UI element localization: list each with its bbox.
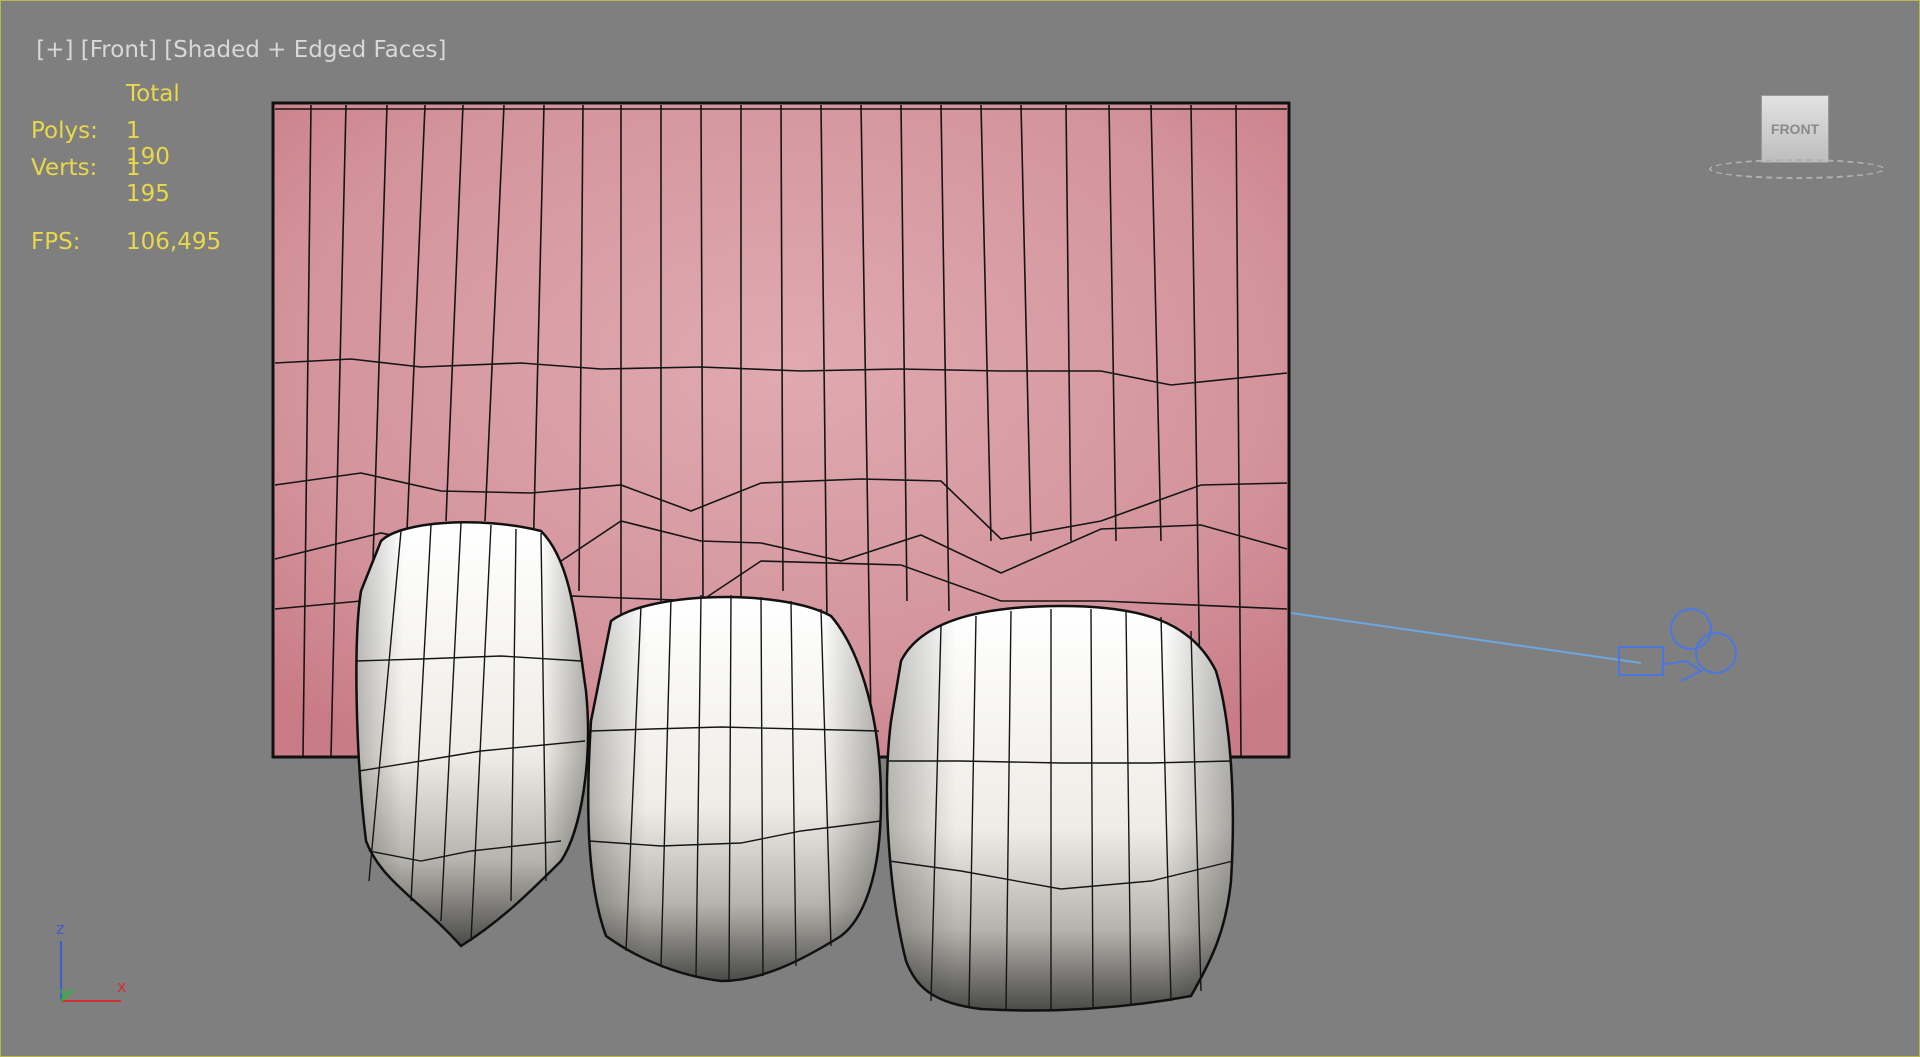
tooth-mesh-middle[interactable] — [586, 594, 883, 983]
axis-z-label: z — [56, 919, 64, 938]
viewcube-compass-ring[interactable] — [1709, 159, 1885, 179]
scene-canvas[interactable] — [1, 1, 1919, 1056]
camera-object[interactable] — [1290, 608, 1737, 682]
tooth-mesh-right[interactable] — [885, 604, 1235, 1012]
front-viewport[interactable]: [+] [Front] [Shaded + Edged Faces] Total… — [0, 0, 1920, 1057]
axis-y-label: y — [59, 985, 67, 1001]
viewcube[interactable]: FRONT — [1709, 91, 1889, 181]
axis-tripod-icon: z y x — [56, 919, 126, 1002]
tooth-mesh-left[interactable] — [355, 521, 590, 948]
viewcube-front-face[interactable]: FRONT — [1761, 95, 1829, 163]
axis-x-label: x — [117, 977, 126, 996]
